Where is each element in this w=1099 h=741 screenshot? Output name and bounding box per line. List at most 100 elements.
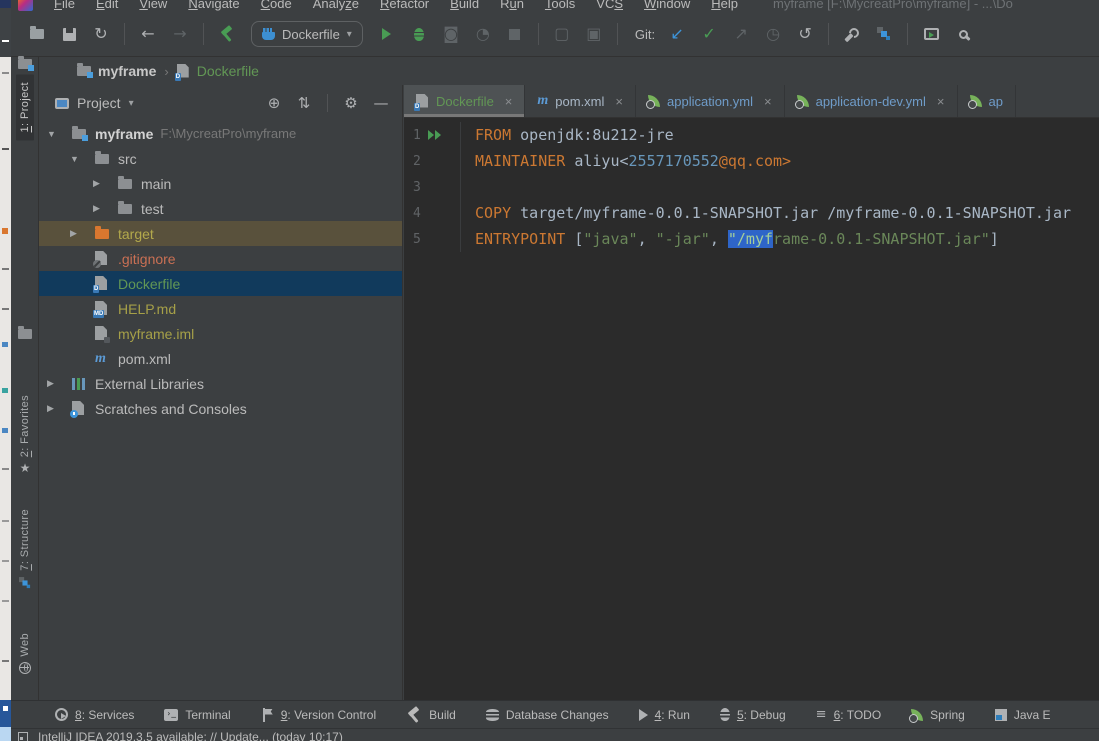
tree-item-pom-xml[interactable]: mpom.xml	[39, 346, 402, 371]
code-line-2[interactable]: 2MAINTAINER aliyu<2557170552@qq.com>	[404, 148, 1099, 174]
hide-icon[interactable]: —	[370, 94, 392, 112]
toolwindow-button-4-run[interactable]: 4: Run	[639, 708, 690, 722]
project-structure-icon[interactable]	[872, 22, 896, 46]
tree-toggle-icon[interactable]: ▶	[91, 178, 118, 189]
locate-icon[interactable]: ⊕	[263, 94, 285, 112]
git-history-icon[interactable]: ◷	[761, 22, 785, 46]
project-panel-title[interactable]: Project	[77, 95, 121, 111]
toolwindow-button-terminal[interactable]: Terminal	[164, 708, 230, 722]
toolwindow-button-java-e[interactable]: Java E	[995, 708, 1051, 722]
chevron-down-icon[interactable]: ▾	[129, 98, 134, 109]
toolwindow-button-database-changes[interactable]: Database Changes	[486, 708, 609, 722]
tab-application-dev-yml[interactable]: application-dev.yml×	[785, 85, 958, 117]
run-anything-icon[interactable]	[919, 22, 943, 46]
toolwindow-button-spring[interactable]: Spring	[911, 708, 965, 722]
coverage-icon[interactable]: ◙	[439, 22, 463, 46]
menu-file[interactable]: File	[54, 0, 75, 11]
git-update-icon[interactable]: ↙	[665, 22, 689, 46]
stripe-2-favorites[interactable]: 2: Favorites★	[11, 395, 39, 474]
tree-toggle-icon[interactable]: ▶	[91, 203, 118, 214]
run-icon[interactable]	[375, 22, 399, 46]
menu-code[interactable]: Code	[261, 0, 292, 11]
close-icon[interactable]: ×	[764, 94, 772, 109]
tree-item-main[interactable]: ▶main	[39, 171, 402, 196]
menu-edit[interactable]: Edit	[96, 0, 118, 11]
menu-build[interactable]: Build	[450, 0, 479, 11]
menu-vcs[interactable]: VCS	[596, 0, 623, 11]
code-line-5[interactable]: 5ENTRYPOINT ["java", "-jar", "/myframe-0…	[404, 226, 1099, 252]
menu-window[interactable]: Window	[644, 0, 690, 11]
tree-item-target[interactable]: ▶target	[39, 221, 402, 246]
toolwindow-button-5-debug[interactable]: 5: Debug	[720, 708, 786, 722]
tree-toggle-icon[interactable]: ▶	[45, 378, 72, 389]
tree-item-label: myframe	[95, 126, 153, 142]
deploy-icon[interactable]: ▣	[582, 22, 606, 46]
build-hammer-icon[interactable]	[215, 22, 239, 46]
attach-icon[interactable]: ▢	[550, 22, 574, 46]
breadcrumb-myframe[interactable]: myframe	[77, 63, 156, 79]
background-statusbar	[0, 727, 11, 741]
menu-tools[interactable]: Tools	[545, 0, 575, 11]
code-line-4[interactable]: 4COPY target/myframe-0.0.1-SNAPSHOT.jar …	[404, 200, 1099, 226]
status-message[interactable]: IntelliJ IDEA 2019.3.5 available: // Upd…	[38, 729, 343, 741]
close-icon[interactable]: ×	[615, 94, 623, 109]
toolwindow-toggle-icon[interactable]	[18, 732, 28, 741]
toolwindow-button-8-services[interactable]: 8: Services	[55, 708, 134, 722]
tree-item-myframe-iml[interactable]: myframe.iml	[39, 321, 402, 346]
sync-icon[interactable]: ↻	[89, 22, 113, 46]
editor-code[interactable]: 1FROM openjdk:8u212-jre2MAINTAINER aliyu…	[404, 118, 1099, 700]
tree-toggle-icon[interactable]: ▼	[68, 154, 95, 164]
tree-item-myframe[interactable]: ▼myframeF:\MycreatPro\myframe	[39, 121, 402, 146]
tree-toggle-icon[interactable]: ▼	[45, 129, 72, 139]
tree-item-help-md[interactable]: MDHELP.md	[39, 296, 402, 321]
tab-dockerfile[interactable]: DDockerfile×	[404, 85, 525, 117]
tree-item-external-libraries[interactable]: ▶External Libraries	[39, 371, 402, 396]
stripe-web[interactable]: Web	[11, 633, 39, 674]
close-icon[interactable]: ×	[505, 94, 513, 109]
stripe-1-project[interactable]: 1: Project	[11, 59, 39, 140]
stop-icon[interactable]	[503, 22, 527, 46]
rollback-icon[interactable]: ↺	[793, 22, 817, 46]
settings-wrench-icon[interactable]	[840, 22, 864, 46]
tab-application-yml[interactable]: application.yml×	[636, 85, 785, 117]
code-line-3[interactable]: 3	[404, 174, 1099, 200]
background-mark	[3, 706, 8, 711]
tree-toggle-icon[interactable]: ▶	[68, 228, 95, 239]
tab-ap[interactable]: ap	[958, 85, 1016, 117]
menu-analyze[interactable]: Analyze	[313, 0, 359, 11]
search-everywhere-icon[interactable]	[951, 22, 975, 46]
tree-toggle-icon[interactable]: ▶	[45, 403, 72, 414]
tab-pom-xml[interactable]: mpom.xml×	[525, 85, 636, 117]
tree-item-test[interactable]: ▶test	[39, 196, 402, 221]
stripe-7-structure[interactable]: 7: Structure	[11, 509, 39, 590]
tree-item-scratches-and-consoles[interactable]: ▶Scratches and Consoles	[39, 396, 402, 421]
intellij-idea-window: File Edit View Navigate Code Analyze Refactor B…	[0, 0, 1099, 741]
code-line-1[interactable]: 1FROM openjdk:8u212-jre	[404, 122, 1099, 148]
forward-icon[interactable]: →	[168, 22, 192, 46]
menu-view[interactable]: View	[139, 0, 167, 11]
profiler-icon[interactable]: ◔	[471, 22, 495, 46]
menu-run[interactable]: Run	[500, 0, 524, 11]
menu-navigate[interactable]: Navigate	[188, 0, 239, 11]
toolwindow-button-9-version-control[interactable]: 9: Version Control	[261, 708, 376, 722]
menu-help[interactable]: Help	[711, 0, 738, 11]
toolwindow-button-6-todo[interactable]: ≡6: TODO	[816, 708, 882, 722]
collapse-all-icon[interactable]: ⇅	[293, 94, 315, 112]
debug-icon[interactable]	[407, 22, 431, 46]
git-push-icon[interactable]: ↗	[729, 22, 753, 46]
tree-item-dockerfile[interactable]: DDockerfile	[39, 271, 402, 296]
stripe-folder-icon[interactable]	[11, 329, 39, 339]
tree-item-gitignore[interactable]: .gitignore	[39, 246, 402, 271]
git-commit-icon[interactable]: ✓	[697, 22, 721, 46]
close-icon[interactable]: ×	[937, 94, 945, 109]
tree-item-src[interactable]: ▼src	[39, 146, 402, 171]
toolwindow-button-build[interactable]: Build	[406, 707, 456, 723]
run-configuration-combo[interactable]: Dockerfile▾	[251, 21, 363, 47]
save-icon[interactable]	[57, 22, 81, 46]
back-icon[interactable]: ←	[136, 22, 160, 46]
menu-refactor[interactable]: Refactor	[380, 0, 429, 11]
open-icon[interactable]	[25, 22, 49, 46]
run-gutter-icon[interactable]	[428, 130, 442, 140]
breadcrumb-dockerfile[interactable]: D Dockerfile	[177, 63, 259, 79]
settings-gear-icon[interactable]: ⚙	[340, 94, 362, 112]
